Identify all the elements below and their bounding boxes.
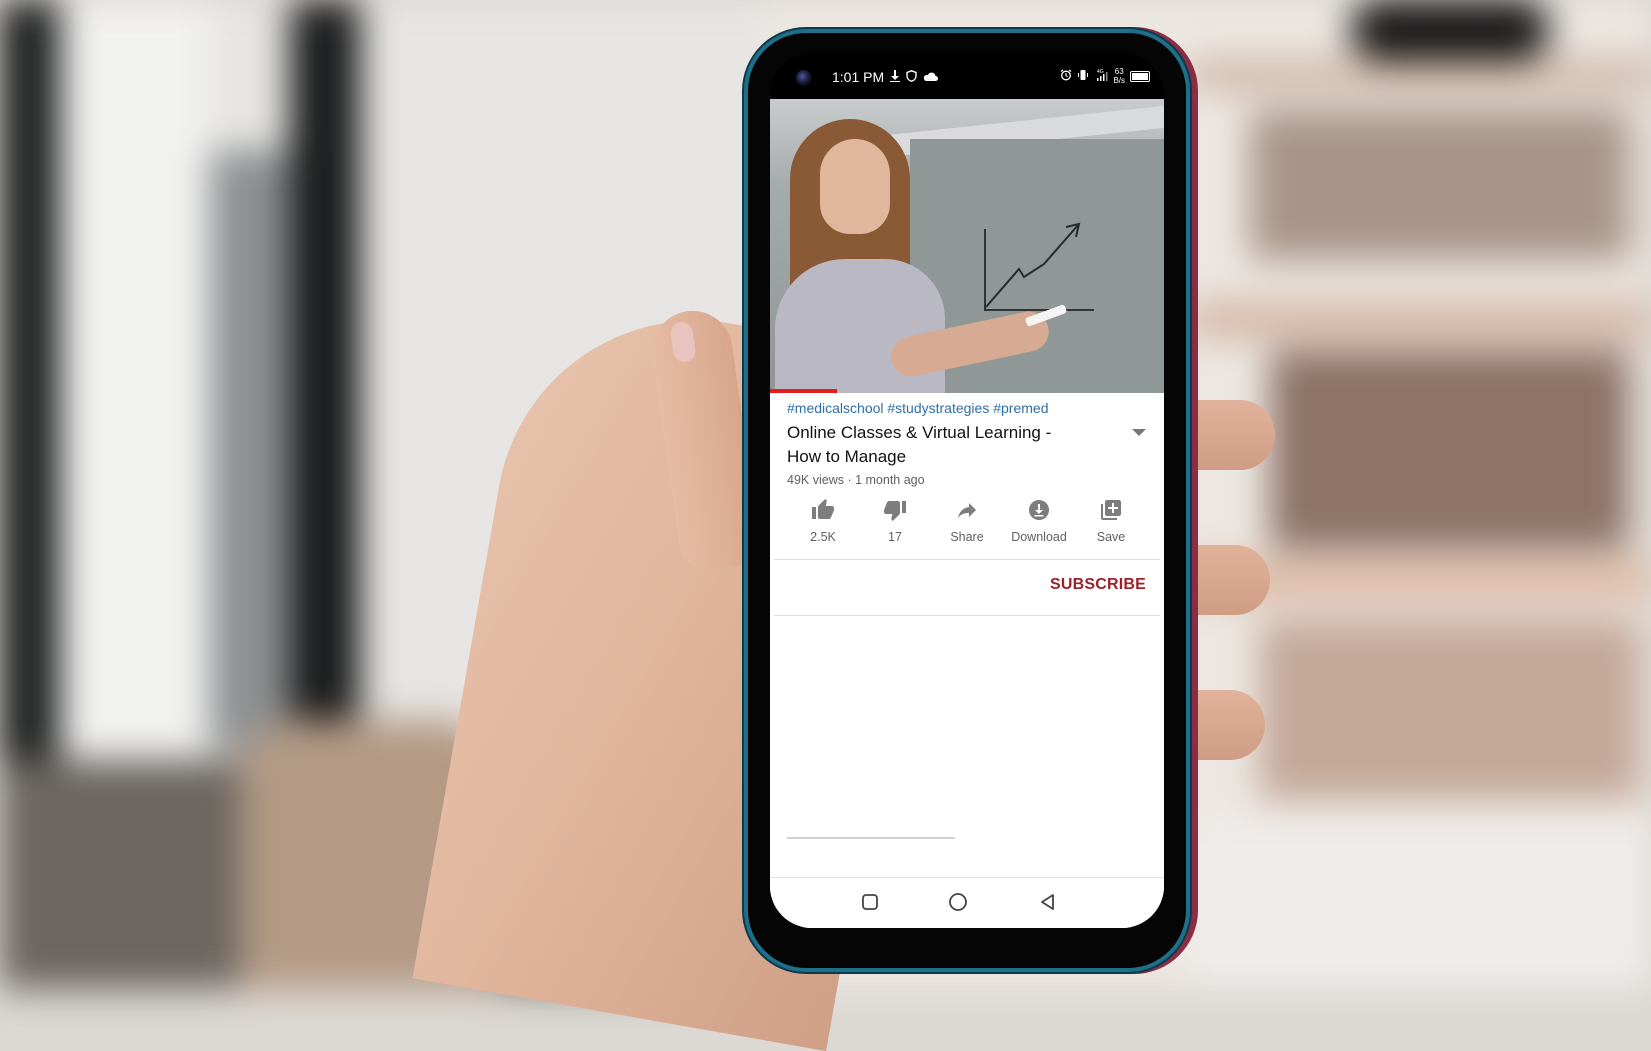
video-details: #medicalschool #studystrategies #premed … <box>770 393 1164 928</box>
download-label: Download <box>1011 530 1067 544</box>
share-button[interactable]: Share <box>931 498 1003 544</box>
expand-description-icon[interactable] <box>1132 429 1146 436</box>
home-circle-icon[interactable] <box>948 892 968 912</box>
whiteboard-chart-line <box>985 222 1081 308</box>
subscribe-button[interactable]: SUBSCRIBE <box>1050 576 1146 594</box>
back-triangle-icon[interactable] <box>1038 892 1058 912</box>
video-title: Online Classes & Virtual Learning - How … <box>787 423 1052 466</box>
share-icon <box>958 503 976 518</box>
video-hashtags[interactable]: #medicalschool #studystrategies #premed <box>787 400 1048 416</box>
download-circle-icon <box>1029 500 1049 520</box>
video-player[interactable] <box>770 99 1164 393</box>
scroll-indicator <box>787 837 955 839</box>
dislike-button[interactable]: 17 <box>859 498 931 544</box>
network-speed: 63 B/s <box>1113 67 1125 85</box>
divider <box>774 559 1160 560</box>
front-camera <box>796 70 812 86</box>
action-bar: 2.5K 17 Share Download Save <box>787 498 1147 544</box>
status-bar: 1:01 PM 4G 63 B/s <box>770 53 1164 99</box>
alarm-icon <box>1060 69 1072 84</box>
like-button[interactable]: 2.5K <box>787 498 859 544</box>
share-label: Share <box>950 530 984 544</box>
vibrate-icon <box>1077 69 1089 84</box>
shield-icon <box>906 70 917 84</box>
divider <box>774 615 1160 616</box>
like-count: 2.5K <box>810 530 836 544</box>
network-speed-unit: B/s <box>1113 76 1125 85</box>
phone-screen: 1:01 PM 4G 63 B/s #medicalschool #studys… <box>770 53 1164 928</box>
network-speed-value: 63 <box>1114 67 1124 76</box>
status-time: 1:01 PM <box>832 69 885 85</box>
cloud-icon <box>923 70 939 84</box>
download-button[interactable]: Download <box>1003 498 1075 544</box>
thumbs-down-icon <box>884 501 906 521</box>
presenter-face <box>820 139 890 234</box>
recents-square-icon[interactable] <box>860 892 880 912</box>
save-button[interactable]: Save <box>1075 498 1147 544</box>
save-label: Save <box>1096 530 1126 544</box>
add-to-playlist-icon <box>1101 500 1121 520</box>
system-navigation-bar <box>770 877 1164 928</box>
thumbs-up-icon <box>812 499 834 519</box>
dislike-count: 17 <box>888 530 902 544</box>
download-icon <box>890 70 901 84</box>
signal-icon: 4G <box>1094 68 1108 85</box>
video-meta: 49K views · 1 month ago <box>787 473 925 487</box>
phone-device: 1:01 PM 4G 63 B/s #medicalschool #studys… <box>748 33 1186 968</box>
svg-text:4G: 4G <box>1097 69 1104 75</box>
battery-icon <box>1130 70 1150 82</box>
